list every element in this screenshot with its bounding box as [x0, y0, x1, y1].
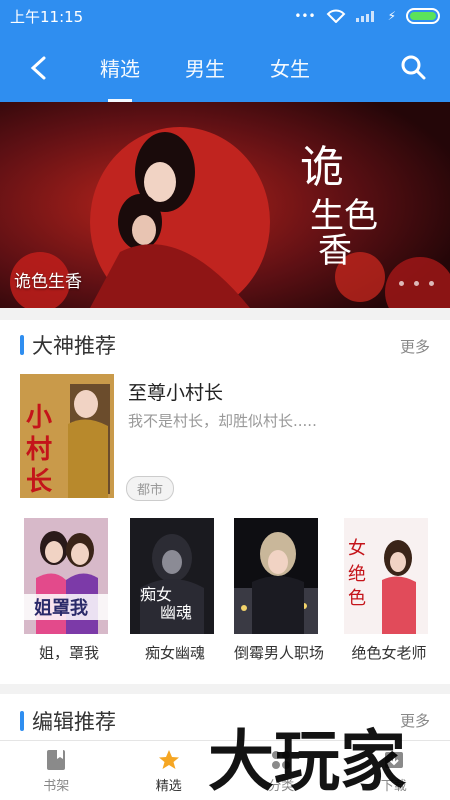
- book-title: 至尊小村长: [128, 382, 224, 404]
- svg-text:色: 色: [348, 588, 366, 609]
- book-card[interactable]: 姐罩我 姐，罩我: [24, 518, 108, 663]
- carousel-dot: [429, 281, 434, 286]
- bottom-nav-label: 精选: [155, 778, 182, 794]
- star-icon: [158, 749, 179, 769]
- bottom-nav-featured[interactable]: 精选: [113, 741, 226, 800]
- tab-female[interactable]: 女生: [270, 32, 310, 102]
- svg-text:小: 小: [26, 403, 52, 433]
- status-bar: 上午11:15 ••• ⚡: [0, 0, 450, 32]
- book-grid: 姐罩我 姐，罩我 痴女 幽魂 痴女幽魂 倒霉男人职场 女 绝 色 绝色女老师: [24, 518, 434, 668]
- bottom-nav: 书架 精选 分类 下载: [0, 740, 450, 800]
- section-master-recommend: 大神推荐 更多 小 村 长 至尊小村长 我不是村长，却胜似村长..... 都市: [0, 320, 450, 684]
- more-dots-icon: •••: [294, 9, 316, 23]
- section-accent-bar: [20, 335, 24, 355]
- bottom-nav-label: 书架: [43, 778, 70, 794]
- battery-icon: [406, 8, 440, 24]
- svg-text:长: 长: [26, 467, 53, 497]
- download-icon: [384, 751, 403, 768]
- svg-text:香: 香: [318, 231, 352, 271]
- tab-male[interactable]: 男生: [185, 32, 225, 102]
- book-description: 我不是村长，却胜似村长.....: [128, 412, 317, 430]
- section-title: 编辑推荐: [32, 710, 116, 734]
- bookshelf-icon: [47, 749, 66, 770]
- book-cover[interactable]: 小 村 长: [20, 374, 114, 498]
- wifi-icon: [326, 9, 345, 23]
- status-time: 上午11:15: [10, 7, 84, 26]
- back-button[interactable]: [20, 50, 56, 86]
- category-tabs: 精选 男生 女生: [100, 32, 310, 102]
- svg-text:姐罩我: 姐罩我: [34, 597, 88, 619]
- banner-artwork-title: 诡: [300, 142, 344, 193]
- signal-icon: [355, 11, 374, 22]
- section-header: 编辑推荐: [20, 706, 116, 736]
- book-cover[interactable]: 姐罩我: [24, 518, 108, 634]
- book-cover[interactable]: [234, 518, 318, 634]
- svg-text:幽魂: 幽魂: [160, 603, 192, 622]
- back-arrow-icon: [30, 56, 46, 80]
- book-name: 姐，罩我: [38, 644, 99, 662]
- bottom-nav-category[interactable]: 分类: [225, 741, 338, 800]
- genre-tag[interactable]: 都市: [126, 476, 175, 501]
- book-cover[interactable]: 女 绝 色: [344, 518, 428, 634]
- section-header: 大神推荐: [20, 330, 116, 360]
- book-name: 绝色女老师: [351, 644, 427, 662]
- svg-text:村: 村: [26, 435, 52, 465]
- carousel-dot: [399, 281, 404, 286]
- bottom-nav-label: 下载: [380, 778, 407, 794]
- category-icon: [272, 750, 291, 769]
- bottom-nav-label: 分类: [268, 778, 295, 794]
- section-title: 大神推荐: [32, 334, 116, 358]
- carousel-dot: [414, 281, 419, 286]
- banner-caption: 诡色生香: [14, 272, 82, 292]
- svg-text:生色: 生色: [310, 196, 378, 236]
- bottom-nav-bookshelf[interactable]: 书架: [0, 741, 113, 800]
- search-icon: [401, 55, 426, 80]
- section-editor-recommend: 编辑推荐 更多: [0, 694, 450, 740]
- book-cover[interactable]: 痴女 幽魂: [130, 518, 214, 634]
- section-accent-bar: [20, 711, 24, 731]
- svg-text:痴女: 痴女: [140, 585, 172, 604]
- tab-featured[interactable]: 精选: [100, 32, 140, 102]
- carousel-indicator: [399, 281, 434, 286]
- svg-text:绝: 绝: [348, 564, 366, 585]
- book-name: 倒霉男人职场: [234, 644, 324, 662]
- search-button[interactable]: [396, 50, 430, 84]
- book-card[interactable]: 痴女 幽魂 痴女幽魂: [130, 518, 214, 663]
- svg-text:女: 女: [348, 538, 366, 559]
- book-card[interactable]: 女 绝 色 绝色女老师: [344, 518, 428, 663]
- featured-book[interactable]: 小 村 长 至尊小村长 我不是村长，却胜似村长..... 都市: [20, 374, 430, 501]
- more-link[interactable]: 更多: [400, 336, 430, 357]
- charging-icon: ⚡: [387, 9, 396, 23]
- more-link[interactable]: 更多: [400, 710, 430, 731]
- banner-carousel[interactable]: 诡 生色 香 诡色生香: [0, 102, 450, 308]
- top-nav-bar: 精选 男生 女生: [0, 32, 450, 102]
- book-card[interactable]: 倒霉男人职场: [234, 518, 324, 663]
- status-icons: ••• ⚡: [294, 8, 440, 24]
- bottom-nav-download[interactable]: 下载: [338, 741, 450, 800]
- book-name: 痴女幽魂: [144, 644, 205, 662]
